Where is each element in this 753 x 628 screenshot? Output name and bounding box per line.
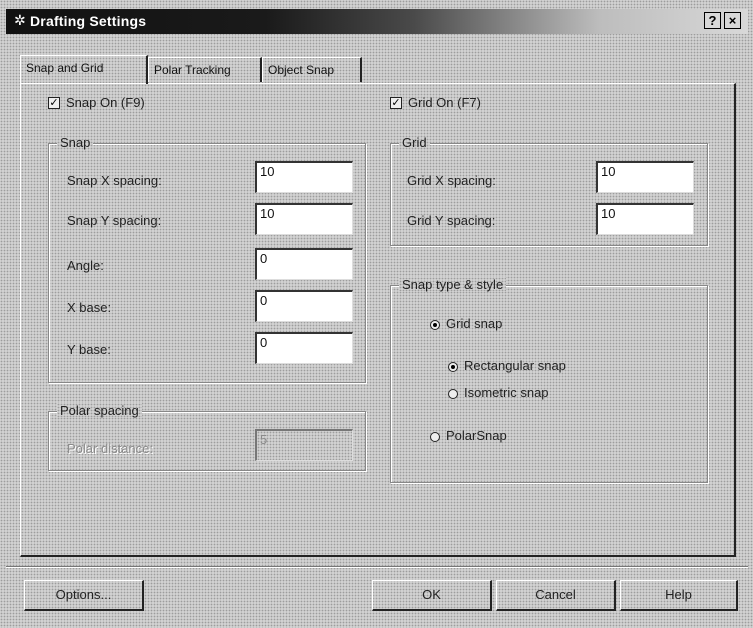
grid-snap-radio[interactable] <box>430 320 440 330</box>
polar-spacing-title: Polar spacing <box>57 403 142 418</box>
snap-type-style-title: Snap type & style <box>399 277 506 292</box>
y-base-label: Y base: <box>67 342 111 357</box>
help-button[interactable]: Help <box>620 580 738 611</box>
title-bar[interactable]: ✲ Drafting Settings ? × <box>6 9 748 34</box>
tab-object-snap[interactable]: Object Snap <box>262 57 362 82</box>
grid-group-title: Grid <box>399 135 430 150</box>
grid-on-label: Grid On (F7) <box>408 95 481 110</box>
rectangular-snap-radio[interactable] <box>448 362 458 372</box>
rectangular-snap-label: Rectangular snap <box>464 358 566 373</box>
snap-y-spacing-label: Snap Y spacing: <box>67 213 162 228</box>
grid-y-spacing-label: Grid Y spacing: <box>407 213 496 228</box>
polar-snap-label: PolarSnap <box>446 428 507 443</box>
grid-y-spacing-input[interactable]: 10 <box>596 203 694 235</box>
options-button[interactable]: Options... <box>24 580 144 611</box>
snap-group-title: Snap <box>57 135 93 150</box>
angle-input[interactable]: 0 <box>255 248 353 280</box>
tab-polar-tracking[interactable]: Polar Tracking <box>148 57 262 82</box>
x-base-input[interactable]: 0 <box>255 290 353 322</box>
cancel-button[interactable]: Cancel <box>496 580 616 611</box>
polar-distance-label: Polar distance: <box>67 441 153 456</box>
tab-snap-and-grid[interactable]: Snap and Grid <box>20 55 148 84</box>
angle-label: Angle: <box>67 258 104 273</box>
window-title: Drafting Settings <box>30 13 147 29</box>
grid-x-spacing-input[interactable]: 10 <box>596 161 694 193</box>
drafting-settings-dialog: ✲ Drafting Settings ? × Snap and Grid Po… <box>0 0 753 628</box>
snap-x-spacing-input[interactable]: 10 <box>255 161 353 193</box>
grid-on-checkbox[interactable]: ✓ <box>390 97 402 109</box>
button-separator <box>6 566 748 568</box>
close-button[interactable]: × <box>724 12 741 29</box>
ok-button[interactable]: OK <box>372 580 492 611</box>
snap-on-label: Snap On (F9) <box>66 95 145 110</box>
isometric-snap-label: Isometric snap <box>464 385 549 400</box>
grid-snap-label: Grid snap <box>446 316 503 331</box>
help-title-button[interactable]: ? <box>704 12 721 29</box>
radio-selected-dot <box>451 365 455 369</box>
isometric-snap-radio[interactable] <box>448 389 458 399</box>
polar-snap-radio[interactable] <box>430 432 440 442</box>
snap-y-spacing-input[interactable]: 10 <box>255 203 353 235</box>
drafting-settings-icon: ✲ <box>14 12 26 28</box>
snap-x-spacing-label: Snap X spacing: <box>67 173 162 188</box>
radio-selected-dot <box>433 323 437 327</box>
y-base-input[interactable]: 0 <box>255 332 353 364</box>
snap-type-style-group: Snap type & style <box>390 277 708 483</box>
polar-distance-input[interactable]: 5 <box>255 429 353 461</box>
snap-on-checkbox[interactable]: ✓ <box>48 97 60 109</box>
grid-x-spacing-label: Grid X spacing: <box>407 173 496 188</box>
x-base-label: X base: <box>67 300 112 315</box>
